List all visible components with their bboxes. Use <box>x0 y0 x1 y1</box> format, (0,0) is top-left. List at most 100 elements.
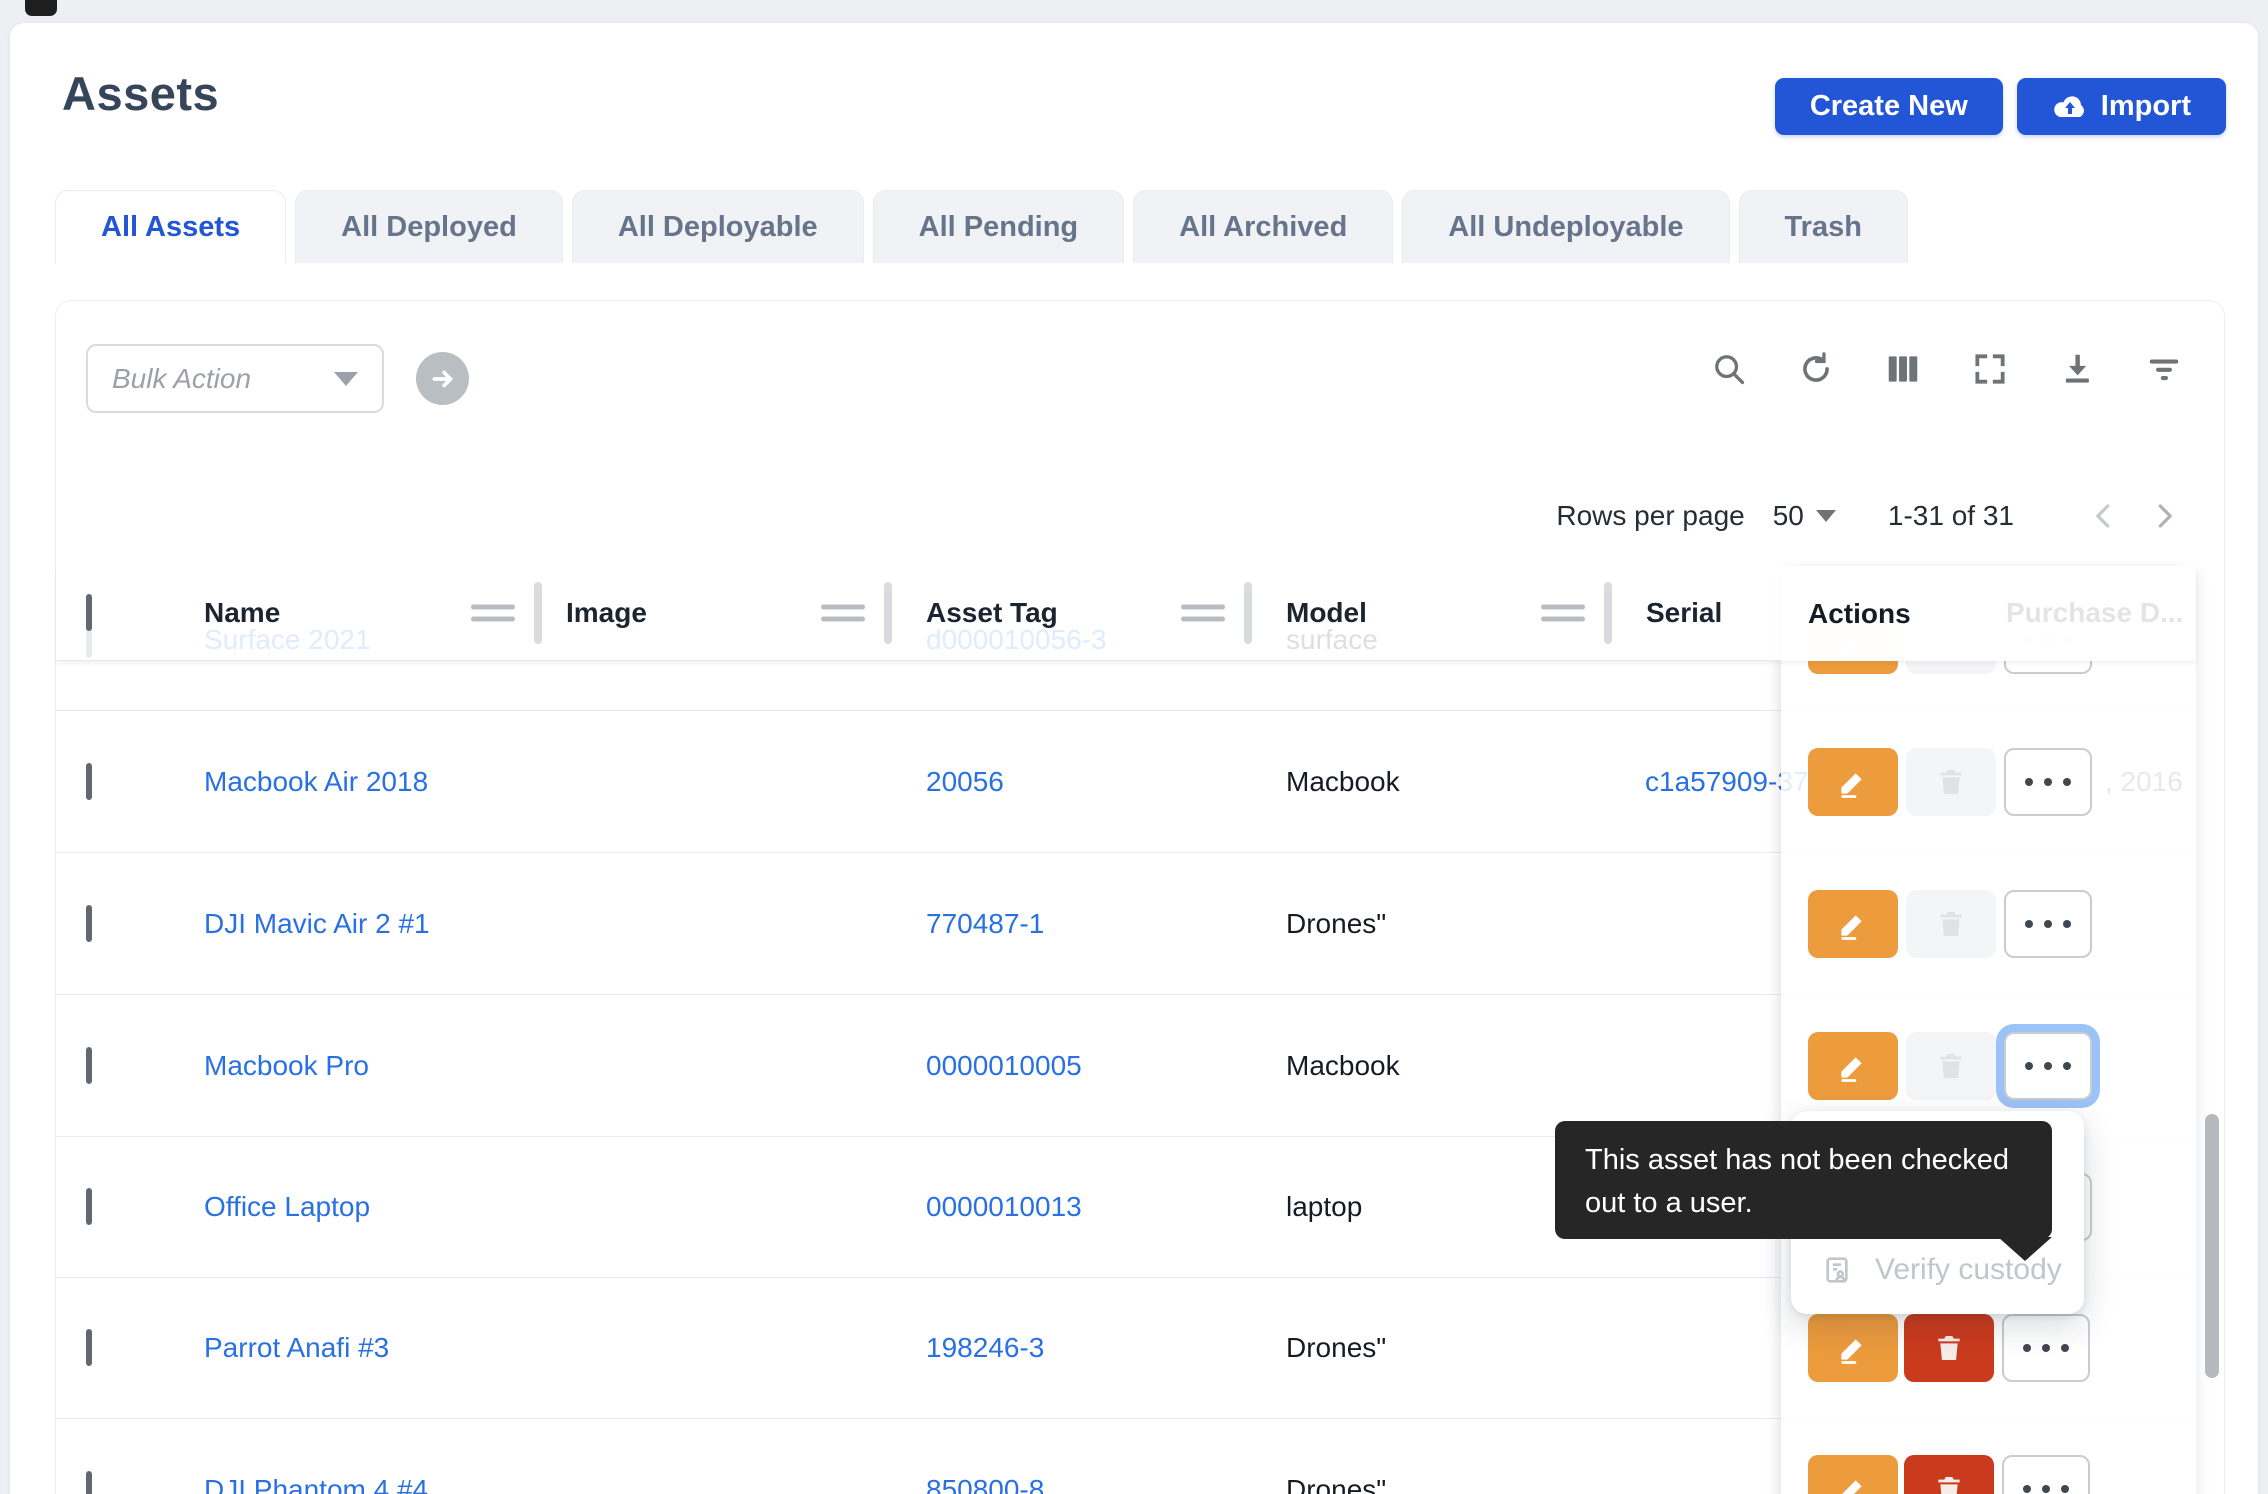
row-actions <box>1808 890 2092 958</box>
assets-page: Assets Create New Import All Assets All … <box>0 0 2268 1494</box>
asset-name-link[interactable]: DJI Mavic Air 2 #1 <box>204 908 430 940</box>
row-checkbox[interactable] <box>86 1329 92 1366</box>
screen-corner-artifact <box>25 0 57 16</box>
column-resize-handle[interactable] <box>471 605 515 622</box>
tab-bar: All Assets All Deployed All Deployable A… <box>55 190 1908 263</box>
asset-model: Drones" <box>1286 1332 1386 1364</box>
asset-tag-link[interactable]: 0000010013 <box>926 1191 1082 1223</box>
tab-trash[interactable]: Trash <box>1739 190 1908 263</box>
edit-button[interactable] <box>1808 1032 1898 1100</box>
rows-per-page-label: Rows per page <box>1556 500 1744 532</box>
cloud-upload-icon <box>2052 94 2088 120</box>
arrow-right-icon <box>430 366 456 392</box>
tab-all-archived[interactable]: All Archived <box>1133 190 1393 263</box>
row-actions <box>1808 1314 2090 1382</box>
column-resize-handle[interactable] <box>1541 605 1585 622</box>
filter-icon[interactable] <box>2144 349 2184 389</box>
row-actions <box>1808 748 2092 816</box>
tooltip-text: This asset has not been checked out to a… <box>1585 1144 2009 1219</box>
row-checkbox[interactable] <box>86 763 92 800</box>
download-icon[interactable] <box>2057 349 2097 389</box>
pagination-bar: Rows per page 50 1-31 of 31 <box>56 491 2194 541</box>
more-actions-button[interactable] <box>2004 890 2092 958</box>
bulk-action-placeholder: Bulk Action <box>112 363 251 395</box>
import-label: Import <box>2101 90 2191 123</box>
column-divider[interactable] <box>884 582 892 644</box>
column-divider[interactable] <box>1244 582 1252 644</box>
tab-all-pending[interactable]: All Pending <box>873 190 1125 263</box>
edit-button[interactable] <box>1808 1455 1898 1494</box>
row-checkbox[interactable] <box>86 1188 92 1225</box>
row-checkbox[interactable] <box>86 1047 92 1084</box>
select-all-checkbox[interactable] <box>86 594 92 631</box>
rows-per-page-select[interactable]: 50 <box>1773 500 1836 532</box>
vertical-scrollbar-thumb[interactable] <box>2205 1114 2219 1378</box>
apply-bulk-action-button[interactable] <box>416 352 469 405</box>
table-panel: Bulk Action <box>55 300 2225 1494</box>
asset-model: Macbook <box>1286 766 1400 798</box>
more-actions-button[interactable] <box>2002 1455 2090 1494</box>
asset-name-link[interactable]: Parrot Anafi #3 <box>204 1332 389 1364</box>
edit-button[interactable] <box>1808 748 1898 816</box>
delete-button-disabled <box>1906 1032 1996 1100</box>
tab-all-deployed[interactable]: All Deployed <box>295 190 563 263</box>
column-header-asset-tag[interactable]: Asset Tag <box>926 597 1058 629</box>
header-buttons: Create New Import <box>1775 78 2226 135</box>
asset-name-link[interactable]: Macbook Air 2018 <box>204 766 428 798</box>
table-tools <box>1709 349 2184 389</box>
asset-tag-link[interactable]: 198246-3 <box>926 1332 1044 1364</box>
import-button[interactable]: Import <box>2017 78 2226 135</box>
refresh-icon[interactable] <box>1796 349 1836 389</box>
pagination-range: 1-31 of 31 <box>1888 500 2014 532</box>
next-page-button[interactable] <box>2134 494 2194 538</box>
column-header-name[interactable]: Name <box>204 597 280 629</box>
actions-header-cell: Actions <box>1781 566 2196 661</box>
asset-tag-link[interactable]: 20056 <box>926 766 1004 798</box>
asset-model: Macbook <box>1286 1050 1400 1082</box>
delete-button[interactable] <box>1904 1455 1994 1494</box>
search-icon[interactable] <box>1709 349 1749 389</box>
bulk-action-select[interactable]: Bulk Action <box>86 344 384 413</box>
column-divider[interactable] <box>1604 582 1612 644</box>
page-title: Assets <box>62 66 219 121</box>
column-header-serial[interactable]: Serial <box>1646 597 1722 629</box>
column-divider[interactable] <box>534 582 542 644</box>
asset-model: Drones" <box>1286 1474 1386 1494</box>
previous-page-button[interactable] <box>2074 494 2134 538</box>
column-resize-handle[interactable] <box>821 605 865 622</box>
tooltip-arrow <box>1998 1237 2052 1261</box>
column-header-model[interactable]: Model <box>1286 597 1367 629</box>
asset-name-link[interactable]: Macbook Pro <box>204 1050 369 1082</box>
asset-tag-link[interactable]: 850800-8 <box>926 1474 1044 1494</box>
edit-button[interactable] <box>1808 1314 1898 1382</box>
delete-button[interactable] <box>1904 1314 1994 1382</box>
column-header-actions: Actions <box>1808 598 1911 630</box>
edit-button[interactable] <box>1808 890 1898 958</box>
more-actions-button[interactable] <box>2004 748 2092 816</box>
fullscreen-icon[interactable] <box>1970 349 2010 389</box>
columns-icon[interactable] <box>1883 349 1923 389</box>
verify-custody-icon <box>1821 1254 1853 1286</box>
create-new-label: Create New <box>1810 90 1968 123</box>
row-actions <box>1808 1455 2090 1494</box>
asset-model: Drones" <box>1286 908 1386 940</box>
column-resize-handle[interactable] <box>1181 605 1225 622</box>
asset-name-link[interactable]: DJI Phantom 4 #4 <box>204 1474 428 1494</box>
column-header-image[interactable]: Image <box>566 597 647 629</box>
row-checkbox[interactable] <box>86 1471 92 1494</box>
row-actions <box>1808 1032 2092 1100</box>
asset-tag-link[interactable]: 770487-1 <box>926 908 1044 940</box>
more-actions-button[interactable] <box>2002 1314 2090 1382</box>
create-new-button[interactable]: Create New <box>1775 78 2003 135</box>
asset-tag-link[interactable]: 0000010005 <box>926 1050 1082 1082</box>
tab-all-assets[interactable]: All Assets <box>55 190 286 263</box>
more-actions-button-focused[interactable] <box>2004 1032 2092 1100</box>
tab-all-undeployable[interactable]: All Undeployable <box>1402 190 1729 263</box>
tooltip: This asset has not been checked out to a… <box>1555 1121 2052 1239</box>
chevron-down-icon <box>1816 510 1836 522</box>
asset-name-link[interactable]: Office Laptop <box>204 1191 370 1223</box>
tab-all-deployable[interactable]: All Deployable <box>572 190 864 263</box>
chevron-down-icon <box>334 372 358 386</box>
row-checkbox[interactable] <box>86 905 92 942</box>
delete-button-disabled <box>1906 748 1996 816</box>
